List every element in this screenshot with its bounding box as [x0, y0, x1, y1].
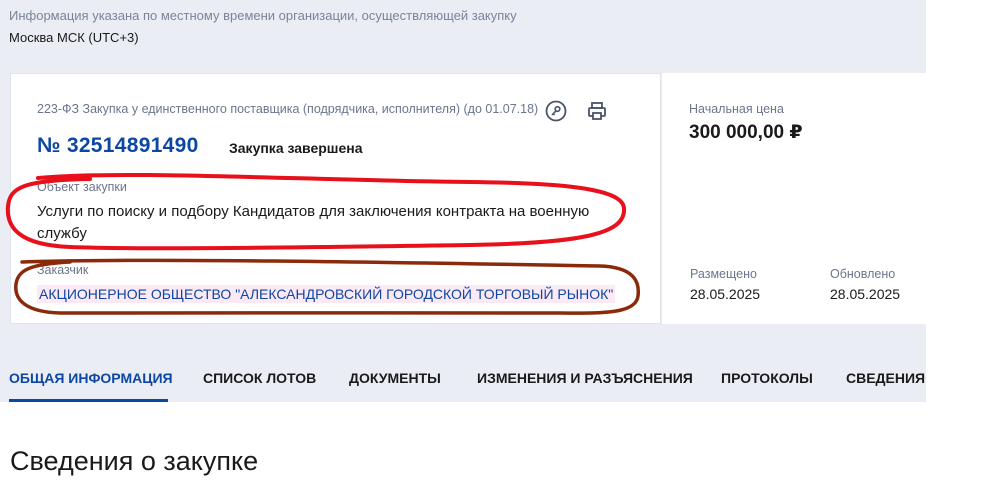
status-badge: Закупка завершена [229, 140, 363, 156]
object-label: Объект закупки [37, 180, 127, 194]
customer-label: Заказчик [37, 263, 89, 277]
tab-info[interactable]: Сведения [846, 370, 925, 386]
key-icon[interactable] [544, 99, 568, 123]
registry-number[interactable]: № 32514891490 [37, 134, 199, 158]
tab-lots-list[interactable]: Список лотов [203, 370, 316, 386]
tab-general-info[interactable]: Общая информация [9, 370, 173, 386]
active-tab-indicator [9, 399, 168, 402]
updated-date: 28.05.2025 [830, 286, 901, 302]
law-type: 223-ФЗ Закупка у единственного поставщик… [37, 102, 539, 116]
updated-label: Обновлено [830, 267, 896, 281]
object-text: Услуги по поиску и подбору Кандидатов дл… [37, 203, 590, 242]
price-label: Начальная цена [689, 102, 784, 116]
tab-changes[interactable]: Изменения и разъяснения [477, 370, 693, 386]
price-value: 300 000,00 ₽ [689, 122, 803, 143]
tab-bar: Общая информация Список лотов Документы … [0, 356, 926, 402]
timezone-value: Москва МСК (UTC+3) [9, 30, 139, 45]
customer-link[interactable]: АКЦИОНЕРНОЕ ОБЩЕСТВО "АЛЕКСАНДРОВСКИЙ ГО… [37, 285, 616, 303]
procurement-card: 223-ФЗ Закупка у единственного поставщик… [10, 73, 661, 324]
tab-documents[interactable]: Документы [349, 370, 441, 386]
printer-icon[interactable] [585, 99, 609, 123]
posted-date: 28.05.2025 [690, 286, 761, 302]
tab-protocols[interactable]: Протоколы [721, 370, 813, 386]
price-card: Начальная цена 300 000,00 ₽ Размещено 28… [662, 73, 926, 324]
header-band: Информация указана по местному времени о… [0, 0, 926, 402]
section-title: Сведения о закупке [10, 446, 259, 476]
timezone-note: Информация указана по местному времени о… [9, 8, 517, 23]
posted-label: Размещено [690, 267, 757, 281]
